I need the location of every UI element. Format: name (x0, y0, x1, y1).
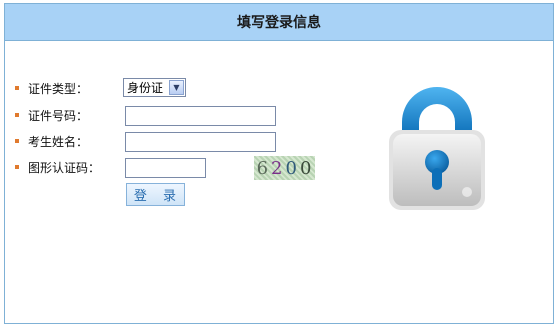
login-button[interactable]: 登 录 (126, 183, 185, 206)
bullet-icon (15, 113, 19, 117)
bullet-icon (15, 86, 19, 90)
chevron-down-icon[interactable]: ▼ (169, 80, 184, 95)
id-number-label: 证件号码： (28, 108, 89, 123)
panel-title: 填写登录信息 (5, 4, 553, 41)
name-label: 考生姓名： (28, 134, 89, 149)
captcha-row: 图形认证码： (15, 156, 123, 178)
name-input[interactable] (125, 132, 276, 152)
lock-icon (389, 87, 485, 210)
captcha-image[interactable]: 6 2 0 0 (254, 156, 315, 180)
id-number-input[interactable] (125, 106, 276, 126)
id-type-label: 证件类型： (28, 81, 89, 96)
captcha-label: 图形认证码： (28, 160, 101, 175)
id-number-row: 证件号码： (15, 104, 123, 126)
name-row: 考生姓名： (15, 130, 123, 152)
id-type-row: 证件类型： (15, 77, 123, 99)
bullet-icon (15, 139, 19, 143)
id-type-select[interactable]: 身份证 ▼ (123, 78, 186, 97)
id-type-selected: 身份证 (127, 81, 164, 95)
captcha-input[interactable] (125, 158, 206, 178)
bullet-icon (15, 165, 19, 169)
